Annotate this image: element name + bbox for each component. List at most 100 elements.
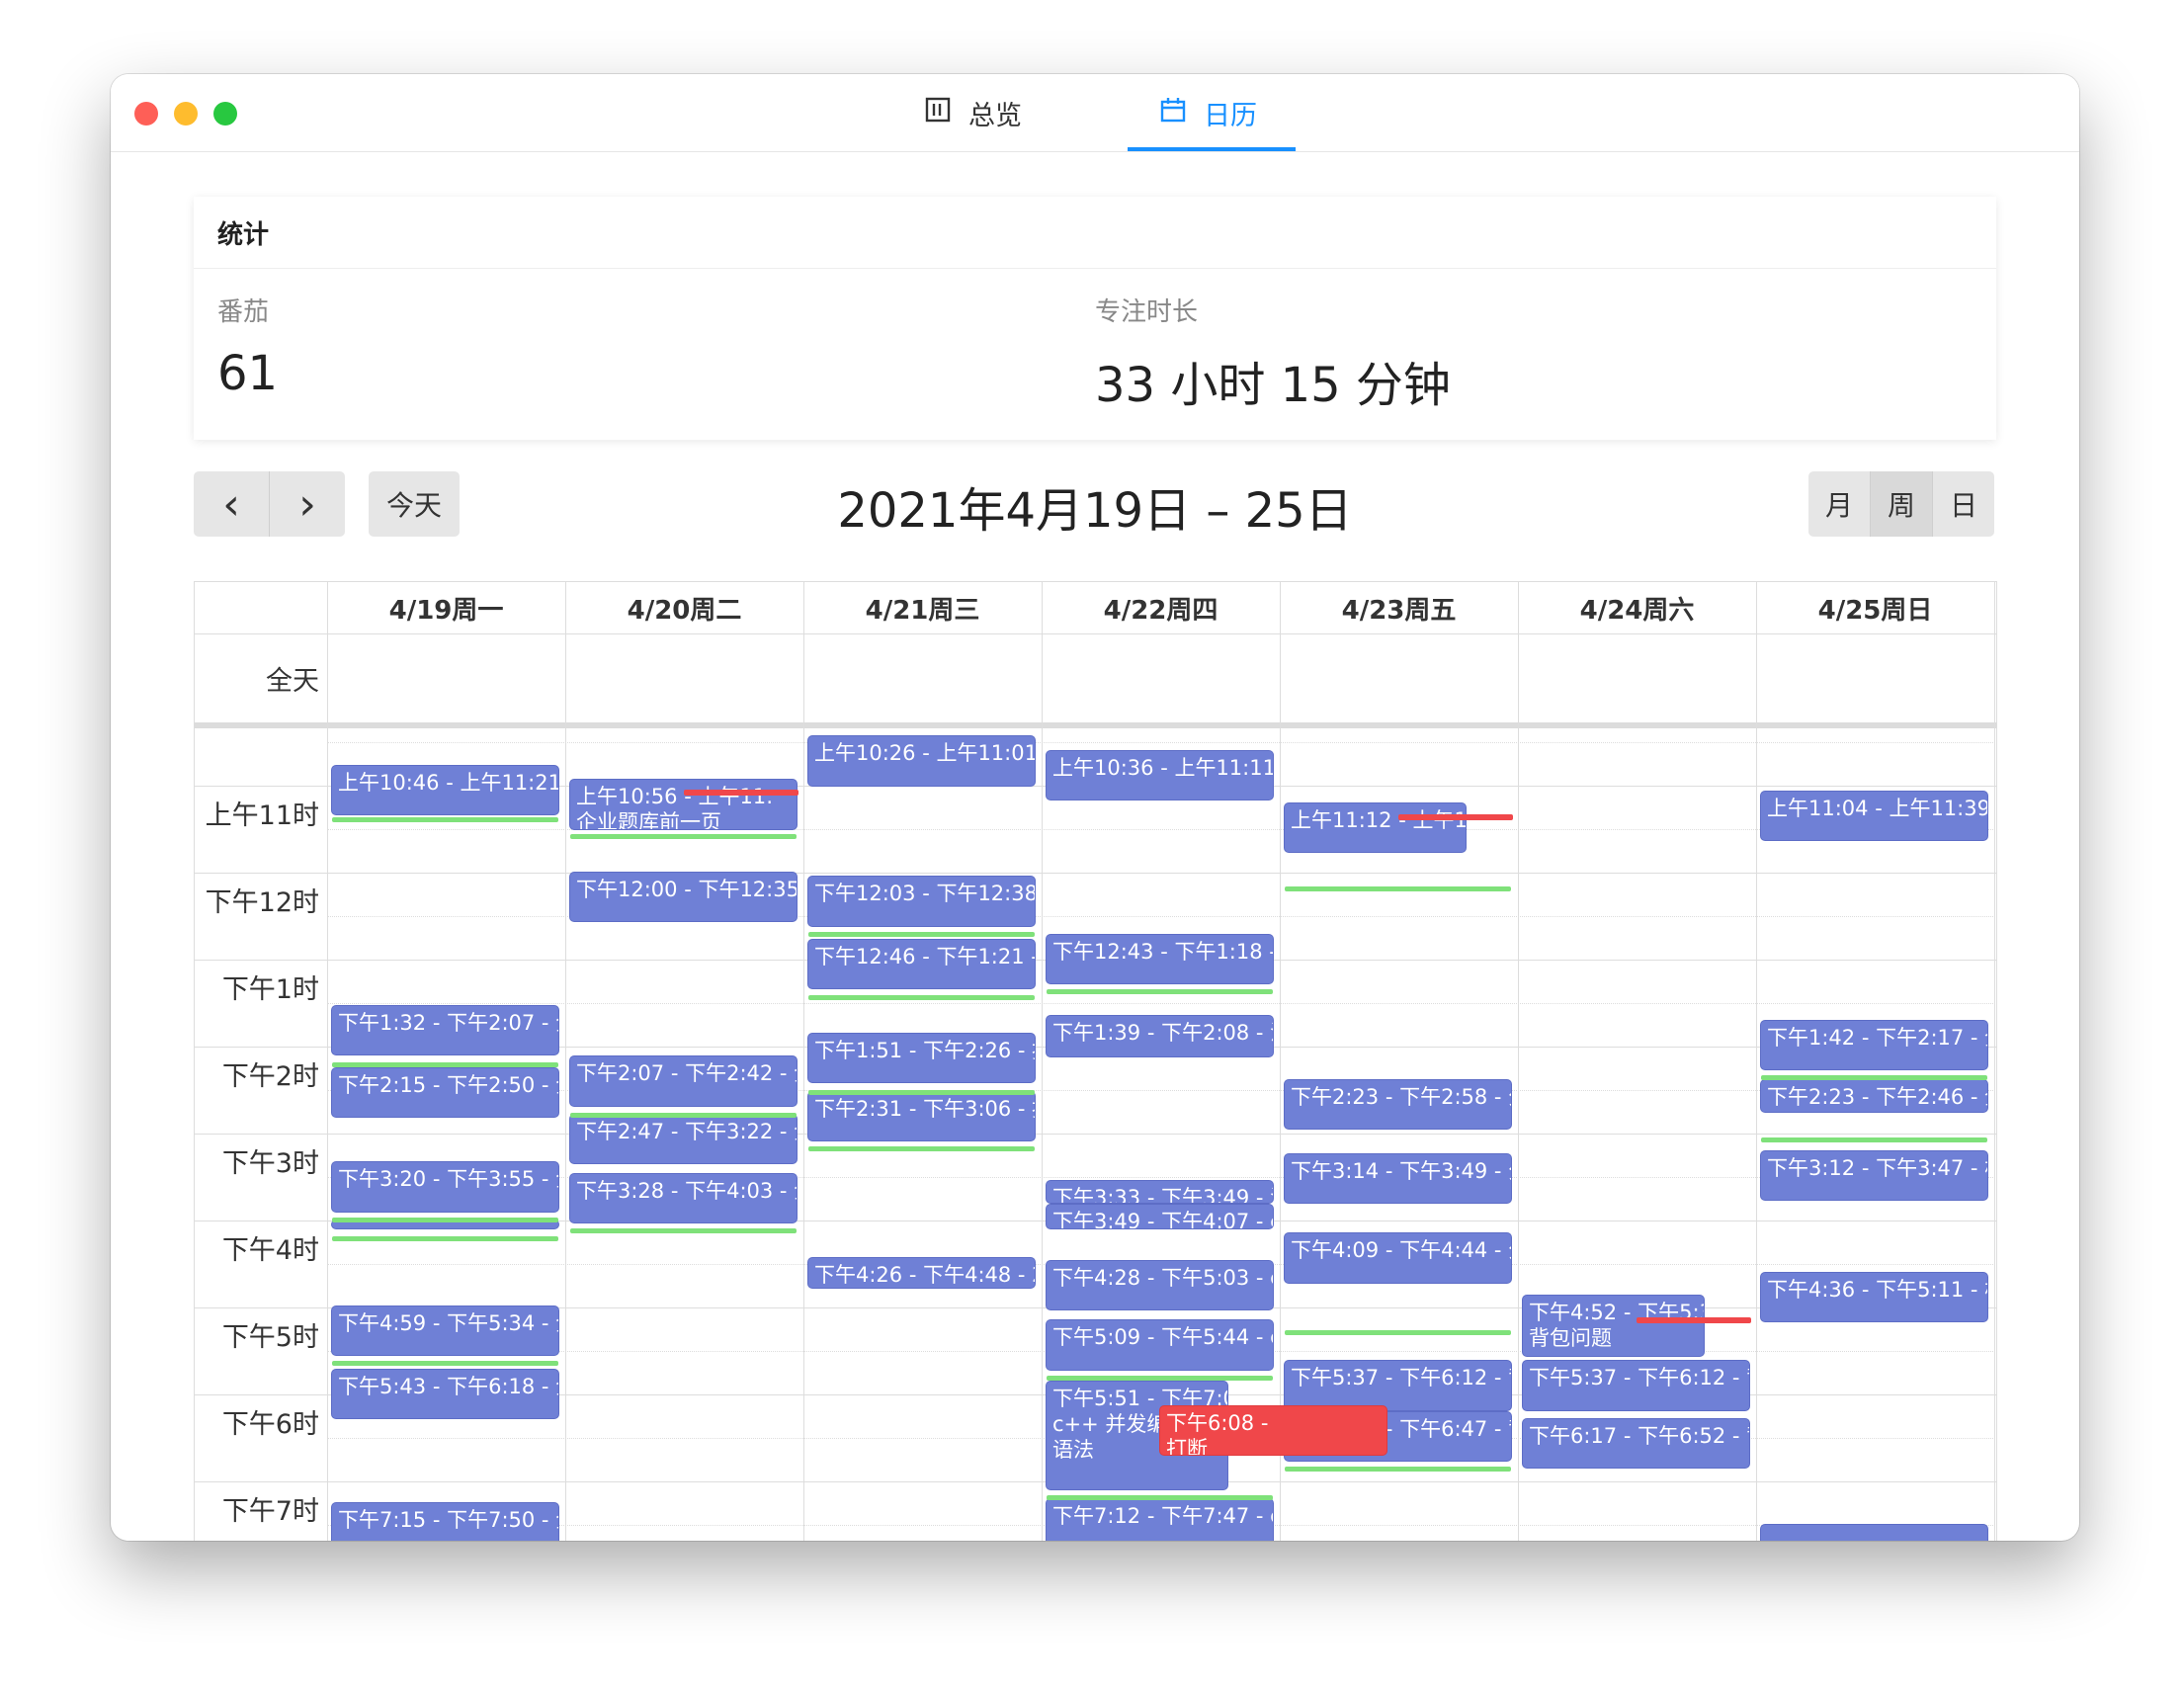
pomodoro-event[interactable]: 下午1:51 - 下午2:26 - 按: [808, 1033, 1035, 1083]
day-header: 4/19周一: [388, 595, 504, 626]
date-range-title: 2021年4月19日 – 25日: [837, 483, 1353, 539]
completion-mark: [332, 1061, 558, 1067]
pomodoro-event[interactable]: 下午12:43 - 下午1:18 - 百: [1047, 935, 1273, 984]
minimize-window-button[interactable]: [174, 102, 198, 126]
event-time: 下午4:26 - 下午4:48 - 23: [814, 1263, 1035, 1288]
day-header: 4/25周日: [1817, 595, 1933, 626]
completion-mark: [808, 1089, 1035, 1095]
pomodoro-event[interactable]: 下午5:37 - 下午6:12 - 背: [1523, 1361, 1749, 1410]
completion-mark: [570, 1113, 797, 1119]
pomodoro-event[interactable]: 下午12:00 - 下午12:35 - 企: [570, 873, 797, 922]
pomodoro-label: 番茄: [217, 297, 270, 327]
event-time: 下午5:43 - 下午6:18 - 企: [338, 1375, 558, 1399]
event-title: 打断: [1166, 1436, 1208, 1456]
pomodoro-event[interactable]: 下午3:49 - 下午4:07 - c+: [1047, 1204, 1273, 1229]
pomodoro-event[interactable]: 下午2:23 - 下午2:46 - 全: [1761, 1079, 1987, 1112]
event-time: 下午3:14 - 下午3:49 - 分: [1291, 1158, 1511, 1183]
pomodoro-event[interactable]: 下午6:17 - 下午6:52 - 背: [1523, 1419, 1749, 1469]
pomodoro-event[interactable]: 下午3:20 - 下午3:55 - 企: [332, 1162, 558, 1212]
pomodoro-event[interactable]: 下午4:26 - 下午4:48 - 23: [808, 1258, 1035, 1289]
event-time: 下午5:37 - 下午6:12 - 背: [1291, 1366, 1511, 1390]
event-time: 上午10:36 - 上午11:11 - 百: [1052, 755, 1273, 780]
event-time: 下午4:36 - 下午5:11 - 构: [1767, 1277, 1987, 1302]
pomodoro-event[interactable]: 上午11:04 - 上午11:39 - 全: [1761, 791, 1987, 841]
close-window-button[interactable]: [134, 102, 158, 126]
pomodoro-event[interactable]: 下午4:28 - 下午5:03 - c+: [1047, 1261, 1273, 1310]
title-bar: 总览 日历: [111, 74, 2079, 152]
active-tab-indicator: [1128, 147, 1296, 151]
pomodoro-event[interactable]: 下午3:14 - 下午3:49 - 分: [1285, 1153, 1511, 1203]
event-time: 下午2:31 - 下午3:06 - 按: [814, 1096, 1035, 1121]
pomodoro-event[interactable]: 下午2:15 - 下午2:50 - 企: [332, 1068, 558, 1118]
hour-label: 下午3时: [221, 1148, 319, 1180]
pomodoro-event[interactable]: 下午4:52 - 下午5:35背包问题: [1523, 1296, 1704, 1357]
pomodoro-event[interactable]: 下午4:59 - 下午5:34 - 企: [332, 1305, 558, 1355]
column-line: [1518, 582, 1519, 1541]
view-day-button[interactable]: 日: [1933, 471, 1994, 537]
pomodoro-event[interactable]: 下午12:46 - 下午1:21 - 搜: [808, 939, 1035, 988]
pomodoro-event[interactable]: 上午10:36 - 上午11:11 - 百: [1047, 750, 1273, 800]
all-day-label: 全天: [266, 665, 319, 697]
pomodoro-event[interactable]: 下午2:23 - 下午2:58 - 分: [1285, 1079, 1511, 1130]
completion-mark: [1047, 1495, 1273, 1501]
pomodoro-event[interactable]: 下午3:12 - 下午3:47 - 构: [1761, 1150, 1987, 1200]
pomodoro-event[interactable]: 下午2:07 - 下午2:42 - 企: [570, 1056, 797, 1106]
tab-overview-label: 总览: [968, 100, 1022, 131]
day-header: 4/20周二: [627, 595, 742, 626]
day-header: 4/22周四: [1103, 595, 1218, 626]
event-time: 下午12:00 - 下午12:35 - 企: [576, 878, 797, 902]
event-time: 下午4:28 - 下午5:03 - c+: [1052, 1266, 1273, 1291]
pomodoro-event[interactable]: 上午11:12 - 上午11:4: [1285, 802, 1466, 852]
zoom-window-button[interactable]: [213, 102, 237, 126]
pomodoro-event[interactable]: 下午3:28 - 下午4:03 - 企: [570, 1174, 797, 1223]
focus-label: 专注时长: [1095, 297, 1199, 327]
pomodoro-event[interactable]: 上午10:56 - 上午11: 企业题库前一页: [570, 780, 797, 829]
pomodoro-event[interactable]: 下午5:37 - 下午6:12 - 背: [1285, 1361, 1511, 1410]
tab-overview[interactable]: 总览: [925, 74, 1022, 151]
event-time: 下午3:49 - 下午4:07 - c+: [1052, 1209, 1273, 1229]
event-time: 下午6:08 -: [1166, 1410, 1269, 1435]
event-time: 下午3:12 - 下午3:47 - 构: [1767, 1155, 1987, 1180]
pomodoro-event[interactable]: 下午2:47 - 下午3:22 - 企: [570, 1115, 797, 1164]
pomodoro-event[interactable]: 下午6:08 - 打断: [1160, 1405, 1386, 1456]
pomodoro-event[interactable]: 下午1:32 - 下午2:07 - 企: [332, 1006, 558, 1055]
pomodoro-event[interactable]: 下午1:39 - 下午2:08 - 泛: [1047, 1016, 1273, 1056]
event-time: 下午5:09 - 下午5:44 - c+: [1052, 1325, 1273, 1350]
pomodoro-value: 61: [217, 346, 279, 401]
pomodoro-event[interactable]: 下午4:36 - 下午5:11 - 构: [1761, 1272, 1987, 1322]
pomodoro-event[interactable]: 下午5:09 - 下午5:44 - c+: [1047, 1320, 1273, 1370]
completion-mark: [1047, 1375, 1273, 1381]
pomodoro-stat: 番茄 61: [217, 292, 278, 401]
event-time: 下午3:33 - 下午3:49 - 泛: [1052, 1186, 1273, 1203]
day-header: 4/23周五: [1341, 595, 1457, 626]
event-time: 下午7:12 - 下午7:47 - c+: [1052, 1503, 1273, 1528]
hour-grid-line: [195, 1134, 1997, 1136]
pomodoro-event[interactable]: 上午10:46 - 上午11:21 - 企: [332, 765, 558, 814]
pomodoro-event[interactable]: 下午12:03 - 下午12:38 - 企: [808, 877, 1035, 926]
app-window: 总览 日历 统计 番茄 61 专注时长 33 小时 15 分钟 ‹ › 今天 2…: [111, 74, 2079, 1541]
view-switcher: 月 周 日: [1808, 471, 1994, 537]
column-line: [1996, 582, 1997, 1541]
pomodoro-event[interactable]: 下午3:33 - 下午3:49 - 泛: [1047, 1181, 1273, 1203]
focus-value: 33 小时 15 分钟: [1095, 358, 1451, 413]
pomodoro-event[interactable]: 下午4:09 - 下午4:44 - 分: [1285, 1233, 1511, 1283]
pomodoro-event[interactable]: 下午2:31 - 下午3:06 - 按: [808, 1091, 1035, 1140]
event-time: 下午5:37 - 下午6:12 - 背: [1529, 1366, 1749, 1390]
stats-title: 统计: [194, 197, 1996, 269]
pomodoro-event[interactable]: 下午5:43 - 下午6:18 - 企: [332, 1370, 558, 1419]
hour-grid-line: [195, 873, 1997, 875]
view-week-button[interactable]: 周: [1871, 471, 1932, 537]
pomodoro-event[interactable]: 下午1:42 - 下午2:17 - 全: [1761, 1020, 1987, 1069]
tab-calendar[interactable]: 日历: [1160, 74, 1257, 151]
dashboard-icon: [925, 97, 968, 129]
completion-mark: [1761, 1074, 1987, 1080]
pomodoro-event[interactable]: [1761, 1525, 1987, 1541]
pomodoro-event[interactable]: 下午7:12 - 下午7:47 - c+: [1047, 1498, 1273, 1541]
column-line: [1994, 582, 1995, 1541]
stats-card: 统计 番茄 61 专注时长 33 小时 15 分钟: [194, 197, 1996, 440]
view-month-button[interactable]: 月: [1808, 471, 1870, 537]
pomodoro-event[interactable]: 上午10:26 - 上午11:01 - 企: [808, 736, 1035, 786]
pomodoro-event[interactable]: 下午7:15 - 下午7:50 - 企: [332, 1503, 558, 1541]
all-day-separator: [195, 722, 1997, 728]
event-time: 下午3:28 - 下午4:03 - 企: [576, 1179, 797, 1204]
